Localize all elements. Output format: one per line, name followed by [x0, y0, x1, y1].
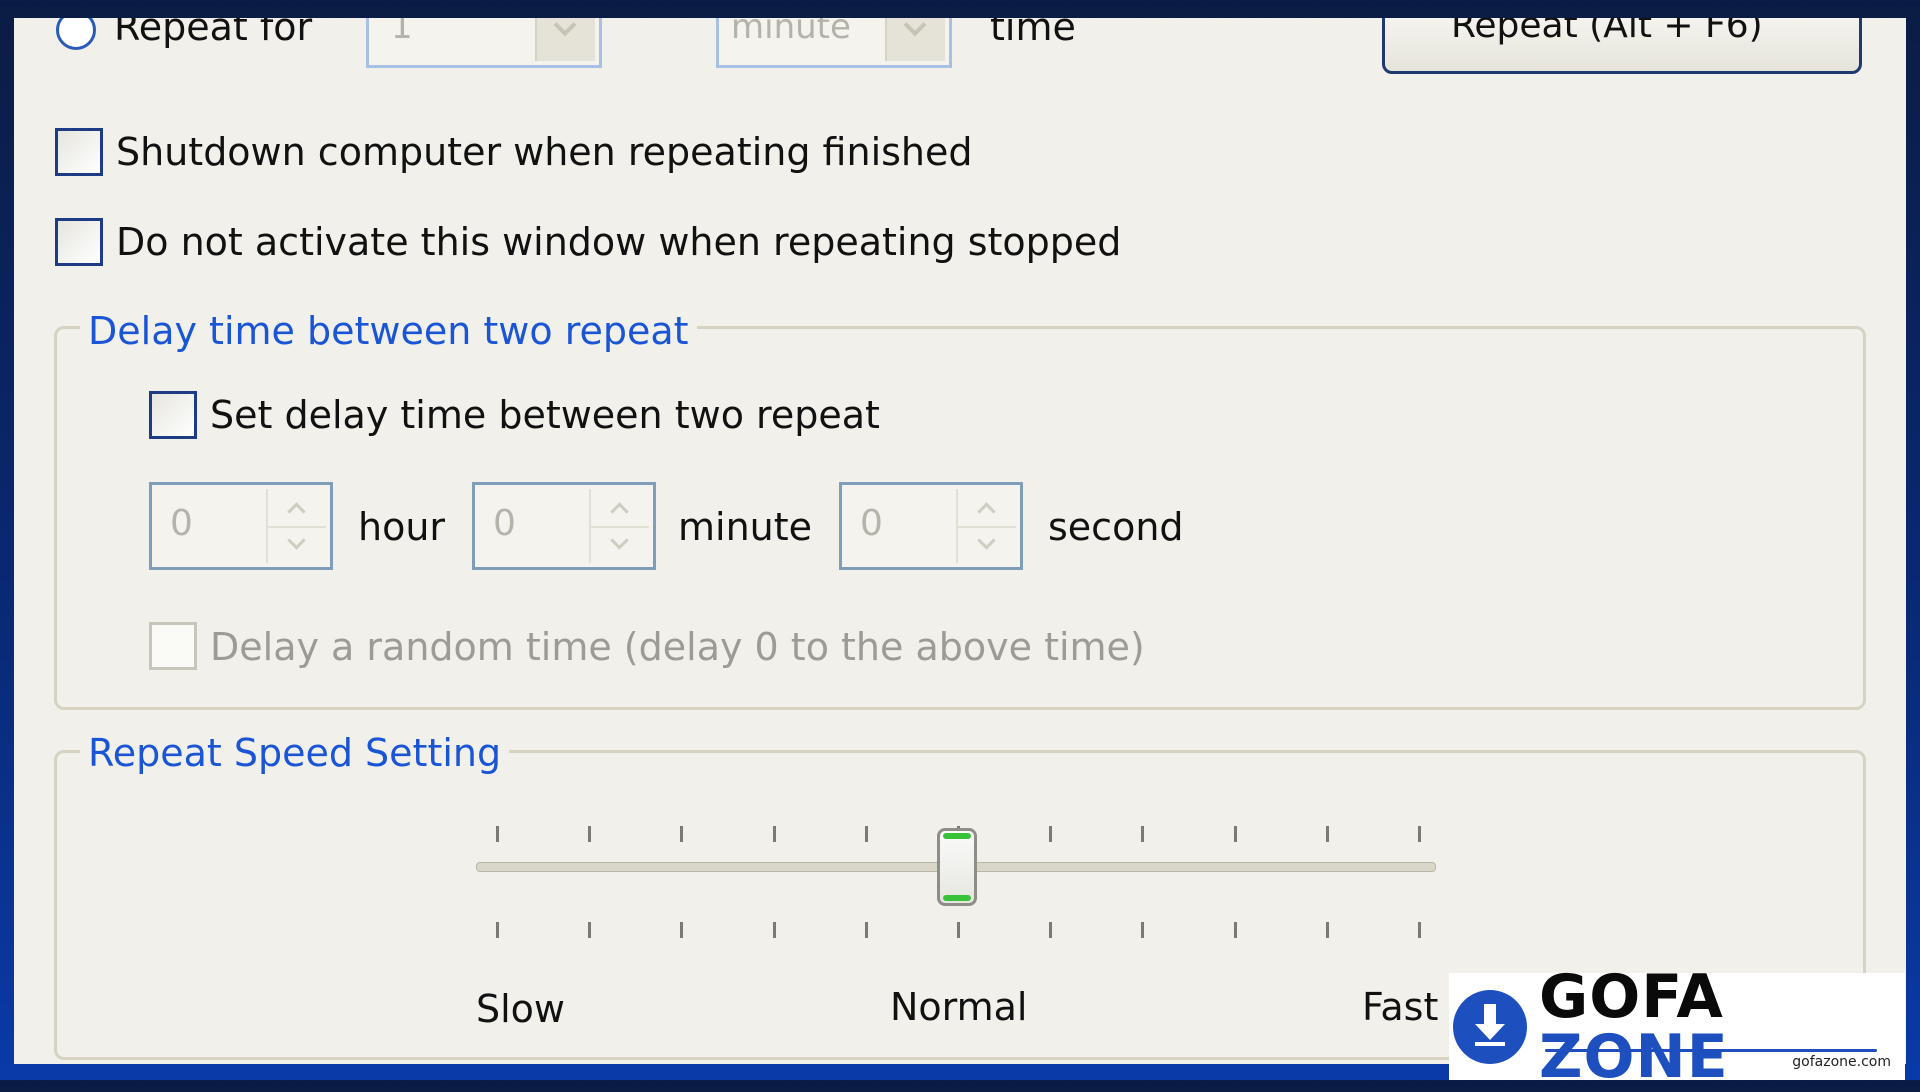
second-label: second: [1048, 505, 1184, 549]
time-label: time: [990, 18, 1076, 49]
repeat-button[interactable]: Repeat (Alt + F6): [1382, 18, 1862, 74]
minute-value: 0: [493, 503, 516, 544]
minute-spinner-arrows[interactable]: [589, 489, 649, 563]
spin-up-icon[interactable]: [958, 489, 1016, 528]
random-delay-label: Delay a random time (delay 0 to the abov…: [210, 625, 1145, 669]
random-delay-checkbox[interactable]: [149, 622, 197, 670]
repeat-settings-panel: Repeat for 1 minute time Repeat (Alt + F…: [14, 18, 1906, 1064]
slider-tick: [588, 826, 592, 842]
slider-tick: [772, 922, 776, 938]
second-spinner[interactable]: 0: [839, 482, 1023, 570]
normal-label: Normal: [890, 985, 1028, 1029]
unit-select-value: minute: [731, 18, 851, 47]
slider-tick: [957, 922, 960, 938]
slider-tick: [772, 826, 776, 842]
slider-tick: [1049, 922, 1053, 938]
slider-tick: [1233, 922, 1237, 938]
fast-label: Fast: [1362, 985, 1439, 1029]
repeat-for-radio[interactable]: [56, 18, 96, 50]
shutdown-checkbox[interactable]: [55, 128, 103, 176]
repeat-count-value: 1: [391, 18, 413, 47]
set-delay-label: Set delay time between two repeat: [210, 393, 880, 437]
slider-tick: [1049, 826, 1053, 842]
no-activate-checkbox[interactable]: [55, 218, 103, 266]
slider-tick: [588, 922, 592, 938]
slider-tick: [864, 826, 868, 842]
download-icon: [1453, 989, 1527, 1064]
slider-tick: [1418, 826, 1421, 842]
repeat-count-spinner[interactable]: 1: [366, 18, 602, 68]
repeat-for-label: Repeat for: [114, 18, 313, 49]
hour-spinner[interactable]: 0: [149, 482, 333, 570]
slider-tick: [1141, 826, 1145, 842]
slider-tick: [496, 826, 499, 842]
second-spinner-arrows[interactable]: [956, 489, 1016, 563]
no-activate-label: Do not activate this window when repeati…: [116, 220, 1122, 264]
gofazone-watermark: GOFA ZONE gofazone.com: [1449, 967, 1905, 1087]
spin-down-icon[interactable]: [268, 526, 326, 563]
slider-tick: [1325, 826, 1329, 842]
set-delay-checkbox[interactable]: [149, 391, 197, 439]
slider-tick: [864, 922, 868, 938]
slider-tick: [680, 922, 684, 938]
speed-group-title: Repeat Speed Setting: [80, 734, 510, 772]
hour-spinner-arrows[interactable]: [266, 489, 326, 563]
repeat-count-arrow[interactable]: [535, 18, 595, 61]
hour-value: 0: [170, 503, 193, 544]
spin-down-icon[interactable]: [591, 526, 649, 563]
unit-select[interactable]: minute: [716, 18, 952, 68]
slow-label: Slow: [476, 987, 566, 1031]
slider-tick: [1418, 922, 1421, 938]
brand-part-b: ZONE: [1539, 1021, 1729, 1092]
slider-thumb[interactable]: [937, 828, 977, 906]
chevron-down-icon[interactable]: [885, 18, 945, 61]
second-value: 0: [860, 503, 883, 544]
spin-up-icon[interactable]: [591, 489, 649, 528]
slider-tick: [1325, 922, 1329, 938]
spin-up-icon[interactable]: [268, 489, 326, 528]
slider-tick: [1141, 922, 1145, 938]
minute-label: minute: [678, 505, 813, 549]
slider-tick: [1233, 826, 1237, 842]
delay-group-title: Delay time between two repeat: [80, 312, 697, 350]
repeat-button-label: Repeat (Alt + F6): [1451, 18, 1763, 46]
shutdown-label: Shutdown computer when repeating finishe…: [116, 130, 973, 174]
spin-down-icon[interactable]: [958, 526, 1016, 563]
minute-spinner[interactable]: 0: [472, 482, 656, 570]
brand-swoosh: [1545, 1049, 1877, 1052]
slider-tick: [680, 826, 684, 842]
hour-label: hour: [358, 505, 446, 549]
watermark-url: gofazone.com: [1792, 1054, 1891, 1070]
slider-tick: [496, 922, 499, 938]
